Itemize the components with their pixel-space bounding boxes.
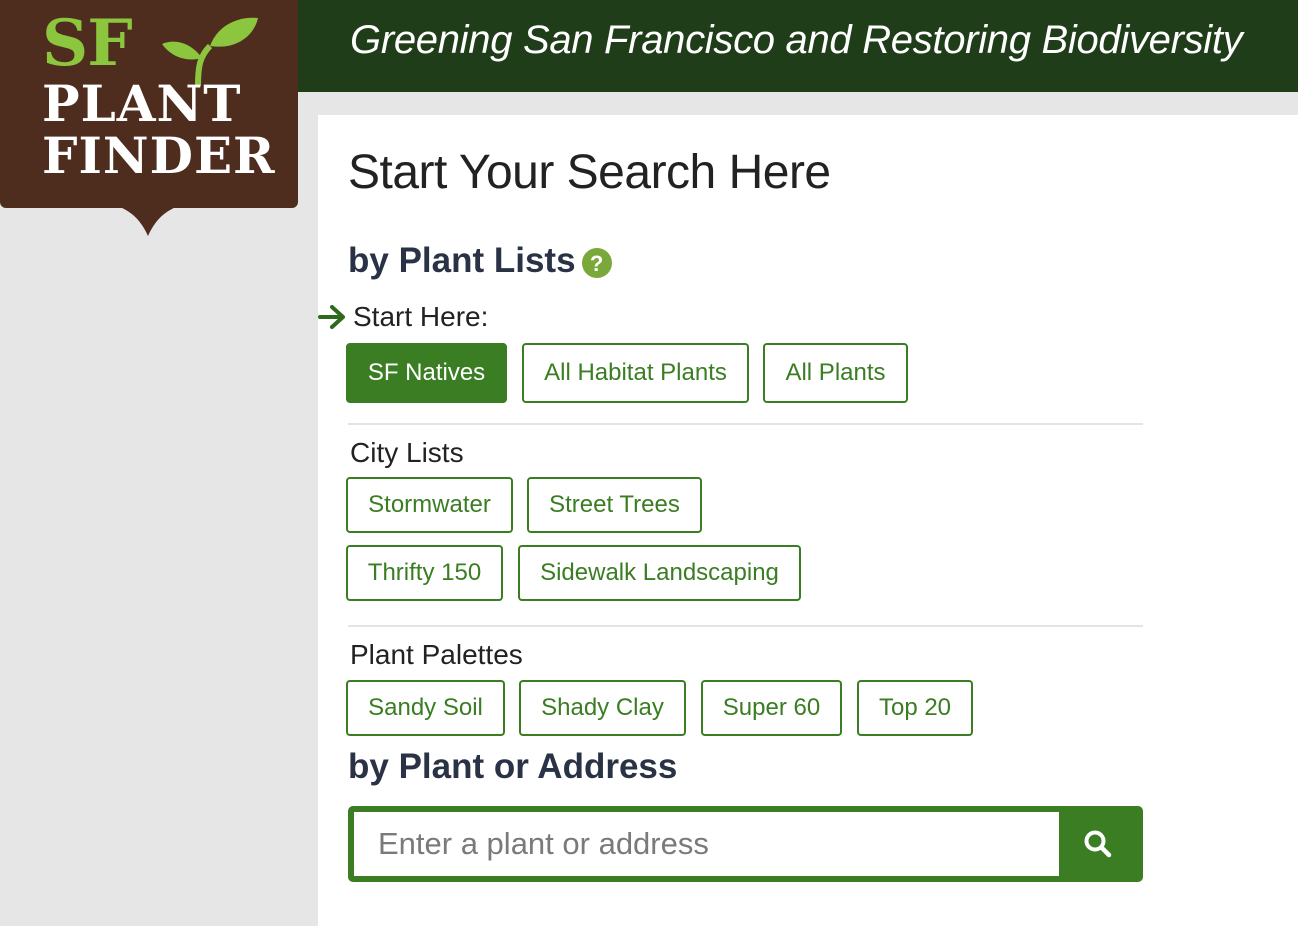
logo-text-finder: FINDER — [42, 126, 276, 185]
divider — [348, 625, 1143, 627]
search-icon — [1084, 830, 1112, 858]
stormwater-button[interactable]: Stormwater — [346, 477, 513, 533]
help-icon[interactable]: ? — [581, 247, 612, 278]
sandy-soil-button[interactable]: Sandy Soil — [346, 680, 505, 736]
header-tagline: Greening San Francisco and Restoring Bio… — [350, 18, 1243, 62]
search-bar — [348, 806, 1143, 882]
logo-text-plant: PLANT — [42, 74, 242, 133]
sf-natives-button[interactable]: SF Natives — [346, 343, 507, 403]
header-bar: Greening San Francisco and Restoring Bio… — [298, 0, 1298, 92]
street-trees-button[interactable]: Street Trees — [527, 477, 702, 533]
search-input[interactable] — [354, 812, 1059, 876]
arrow-right-icon — [318, 305, 345, 329]
shady-clay-button[interactable]: Shady Clay — [519, 680, 686, 736]
thrifty-150-button[interactable]: Thrifty 150 — [346, 545, 503, 601]
start-here-label: Start Here: — [353, 301, 489, 332]
plant-lists-heading-label: by Plant Lists — [348, 241, 576, 280]
search-panel: Start Your Search Here by Plant Lists? S… — [318, 115, 1298, 926]
page-title: Start Your Search Here — [348, 146, 831, 199]
sidewalk-landscaping-button[interactable]: Sidewalk Landscaping — [518, 545, 801, 601]
all-plants-button[interactable]: All Plants — [763, 343, 908, 403]
site-logo[interactable]: SF PLANT FINDER — [0, 0, 298, 236]
logo-tab — [110, 204, 186, 236]
search-button[interactable] — [1059, 812, 1137, 876]
city-lists-label: City Lists — [350, 437, 464, 468]
logo-text-sf: SF — [42, 6, 133, 81]
plant-palettes-label: Plant Palettes — [350, 639, 523, 670]
plant-or-address-heading: by Plant or Address — [348, 747, 678, 786]
top-20-button[interactable]: Top 20 — [857, 680, 973, 736]
divider — [348, 423, 1143, 425]
plant-lists-heading: by Plant Lists? — [348, 241, 612, 281]
super-60-button[interactable]: Super 60 — [701, 680, 842, 736]
all-habitat-plants-button[interactable]: All Habitat Plants — [522, 343, 749, 403]
